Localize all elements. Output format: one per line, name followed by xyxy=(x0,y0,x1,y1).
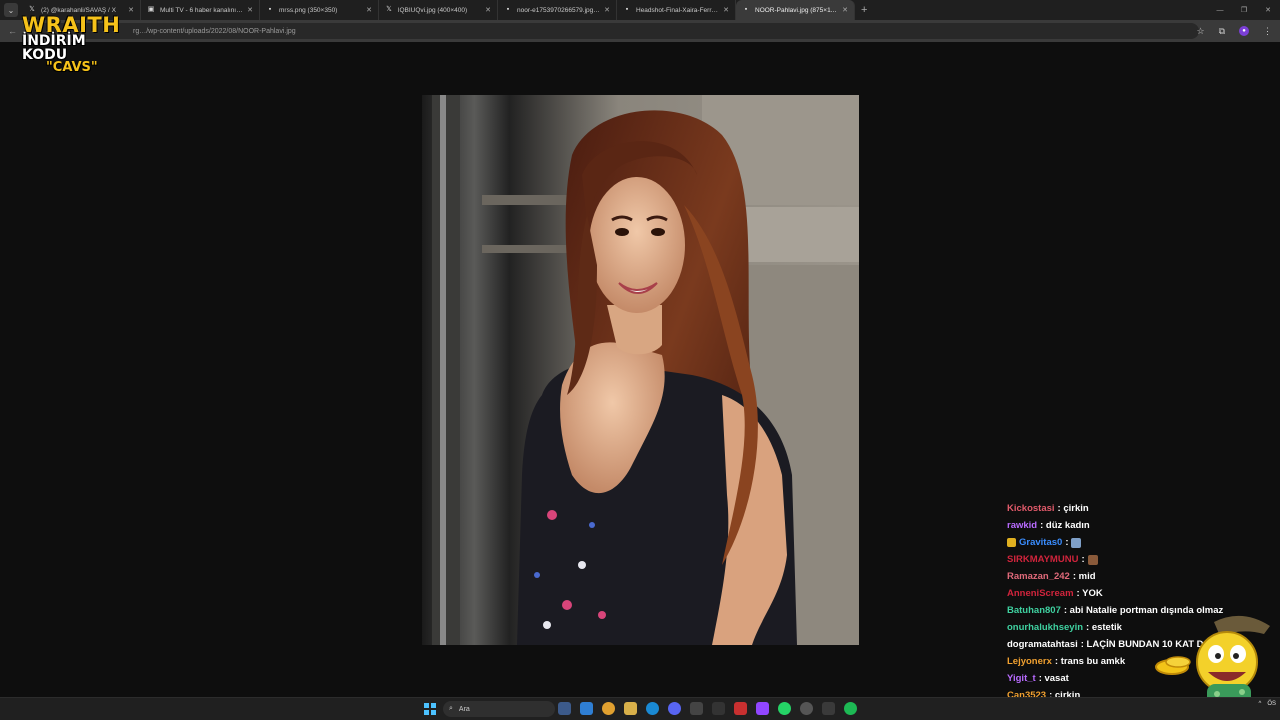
chat-text: : estetik xyxy=(1086,622,1122,633)
profile-avatar[interactable]: ● xyxy=(1239,26,1249,36)
back-arrow-icon[interactable]: ← xyxy=(8,26,17,36)
minimize-icon[interactable]: — xyxy=(1208,7,1232,14)
browser-tab[interactable]: ▪ mrss.png (350×350) ✕ xyxy=(260,0,379,20)
extensions-icon[interactable]: ⧉ xyxy=(1219,26,1225,37)
obs-icon[interactable] xyxy=(800,702,813,715)
chat-text: : xyxy=(1065,537,1069,548)
taskbar-search[interactable]: ⌕ Ara xyxy=(443,701,555,717)
chat-emote-icon xyxy=(1071,537,1082,548)
discord-icon[interactable] xyxy=(668,702,681,715)
tab-label: Headshot-Final-Xaira-Ferrara.jpg xyxy=(636,6,719,14)
browser-tab[interactable]: ▪ Headshot-Final-Xaira-Ferrara.jpg ✕ xyxy=(617,0,736,20)
chat-username[interactable]: SIRKMAYMUNU xyxy=(1007,554,1078,565)
tab-close-icon[interactable]: ✕ xyxy=(723,6,729,14)
tab-label: Multi TV - 6 haber kanalını aynı xyxy=(160,6,244,14)
chat-message: AnneniScream: YOK xyxy=(1004,585,1276,602)
tab-label: lQBIUQvi.jpg (400×400) xyxy=(398,6,468,14)
chat-text: : mid xyxy=(1072,571,1096,582)
chat-message: SIRKMAYMUNU: xyxy=(1004,551,1276,568)
url-text: …/wp-content/uploads/2022/08/NOOR-Pahlav… xyxy=(139,27,296,35)
chat-username[interactable]: Ramazan_242 xyxy=(1007,571,1070,582)
more-menu-icon[interactable]: ⋮ xyxy=(1263,26,1272,37)
image-icon: ▪ xyxy=(744,6,748,13)
chat-username[interactable]: Gravitas0 xyxy=(1019,537,1062,548)
tab-close-icon[interactable]: ✕ xyxy=(604,6,610,14)
image-icon: ▪ xyxy=(625,6,629,13)
x-logo-icon: 𝕏 xyxy=(386,6,392,13)
chat-username[interactable]: AnneniScream xyxy=(1007,588,1074,599)
app-icon[interactable] xyxy=(822,702,835,715)
chat-username[interactable]: rawkid xyxy=(1007,520,1037,531)
url-field[interactable]: rg …/wp-content/uploads/2022/08/NOOR-Pah… xyxy=(33,23,1199,39)
browser-tab[interactable]: ▣ Multi TV - 6 haber kanalını aynı ✕ xyxy=(141,0,260,20)
system-tray: ^ ÖS xyxy=(1259,701,1277,707)
chat-text: : düz kadın xyxy=(1040,520,1090,531)
copilot-icon[interactable] xyxy=(580,702,593,715)
tab-close-icon[interactable]: ✕ xyxy=(247,6,253,14)
browser-tab[interactable]: ▪ noor-e1753970266579.jpg (683 ✕ xyxy=(498,0,617,20)
image-icon: ▪ xyxy=(506,6,510,13)
taskbar: ⌕ Ara ^ ÖS xyxy=(0,697,1280,720)
chat-text: : çirkin xyxy=(1057,503,1089,514)
chat-username[interactable]: dogramatahtasi xyxy=(1007,639,1078,650)
browser-tab-strip: ⌄ 𝕏 (2) @karahanli/SAVAŞ / X ✕ ▣ Multi TV - … xyxy=(0,0,1280,20)
chat-text: : vasat xyxy=(1038,673,1069,684)
bookmark-star-icon[interactable]: ☆ xyxy=(1196,26,1204,37)
tab-label: noor-e1753970266579.jpg (683 xyxy=(517,6,601,14)
tab-close-icon[interactable]: ✕ xyxy=(366,6,372,14)
chat-message: Kickostasi: çirkin xyxy=(1004,500,1276,517)
chat-text: : YOK xyxy=(1076,588,1103,599)
tray-chevron-icon[interactable]: ^ xyxy=(1259,701,1262,707)
chat-username[interactable]: Yigit_t xyxy=(1007,673,1036,684)
logo-discount-code: İNDİRİM KODU xyxy=(22,33,86,63)
task-view-icon[interactable] xyxy=(558,702,571,715)
twitch-icon[interactable] xyxy=(756,702,769,715)
browser-tab[interactable]: ▪ NOOR-Pahlavi.jpg (875×1100) ✕ xyxy=(736,0,855,20)
chat-message: rawkid: düz kadın xyxy=(1004,517,1276,534)
new-tab-button[interactable]: + xyxy=(861,4,867,16)
logo-code: "CAVS" xyxy=(46,60,98,75)
address-bar-icons: ☆ ⧉ ● ⋮ xyxy=(1196,20,1272,42)
edge-icon[interactable] xyxy=(646,702,659,715)
chat-emote-icon xyxy=(1087,554,1098,565)
steam-icon[interactable] xyxy=(690,702,703,715)
chat-username[interactable]: Kickostasi xyxy=(1007,503,1055,514)
tab-label: mrss.png (350×350) xyxy=(279,6,338,14)
browser-tab[interactable]: 𝕏lQBIUQvi.jpg (400×400) ✕ xyxy=(379,0,498,20)
chat-username[interactable]: Lejyonerx xyxy=(1007,656,1052,667)
tab-label: NOOR-Pahlavi.jpg (875×1100) xyxy=(755,6,839,14)
window-controls: — ❐ ✕ xyxy=(1208,0,1280,20)
restore-icon[interactable]: ❐ xyxy=(1232,6,1256,14)
search-placeholder: Ara xyxy=(458,705,470,713)
capcut-icon[interactable] xyxy=(712,702,725,715)
tab-close-icon[interactable]: ✕ xyxy=(842,6,848,14)
tab-list: 𝕏 (2) @karahanli/SAVAŞ / X ✕ ▣ Multi TV - 6 … xyxy=(22,0,855,20)
chat-message: Gravitas0: xyxy=(1004,534,1276,551)
tab-close-icon[interactable]: ✕ xyxy=(128,6,134,14)
tab-close-icon[interactable]: ✕ xyxy=(485,6,491,14)
media-app-icon[interactable] xyxy=(734,702,747,715)
chat-text: : xyxy=(1081,554,1085,565)
tab-search-icon[interactable]: ⌄ xyxy=(4,3,18,17)
tv-icon: ▣ xyxy=(147,6,155,13)
chat-badge-icon xyxy=(1007,538,1016,547)
close-window-icon[interactable]: ✕ xyxy=(1256,6,1280,14)
whatsapp-icon[interactable] xyxy=(778,702,791,715)
chrome-icon[interactable] xyxy=(602,702,615,715)
chat-username[interactable]: Batuhan807 xyxy=(1007,605,1061,616)
address-bar-row: ← rg …/wp-content/uploads/2022/08/NOOR-P… xyxy=(0,20,1280,42)
spotify-icon[interactable] xyxy=(844,702,857,715)
taskbar-app-icons xyxy=(558,702,857,715)
windows-start-icon[interactable] xyxy=(424,703,436,715)
chat-text: : trans bu amkk xyxy=(1054,656,1126,667)
chat-message: Ramazan_242: mid xyxy=(1004,568,1276,585)
displayed-image[interactable] xyxy=(422,95,859,645)
image-icon: ▪ xyxy=(268,6,272,13)
file-explorer-icon[interactable] xyxy=(624,702,637,715)
sponsor-logo-overlay: WRAITH İNDİRİM KODU "CAVS" xyxy=(22,15,130,75)
portrait-photo xyxy=(422,95,859,645)
chat-username[interactable]: onurhalukhseyin xyxy=(1007,622,1083,633)
tray-text: ÖS xyxy=(1267,701,1276,707)
search-icon: ⌕ xyxy=(449,705,453,712)
